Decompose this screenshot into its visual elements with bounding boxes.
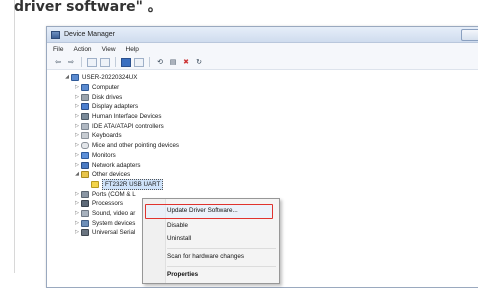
menu-view[interactable]: View [102,46,116,53]
mouse-icon [81,142,89,150]
processor-icon [81,200,89,208]
usb-icon [81,229,89,237]
tree-item-disk-drives[interactable]: ▷ Disk drives [63,92,478,102]
system-device-icon [81,219,89,227]
menu-separator [167,248,276,249]
view-icon[interactable] [134,57,144,67]
tree-item-label: System devices [92,219,136,227]
expand-icon[interactable]: ▷ [73,190,81,199]
tree-item-ide-ata-atapi[interactable]: ▷ IDE ATA/ATAPI controllers [63,121,478,131]
keyboard-icon [81,132,89,140]
title-bar: Device Manager [47,27,478,43]
menu-item-scan-hardware[interactable]: Scan for hardware changes [167,251,244,263]
tree-item-label: Disk drives [92,93,123,101]
display-adapter-icon [81,103,89,111]
tree-item-display-adapters[interactable]: ▷ Display adapters [63,102,478,112]
expand-icon[interactable]: ▷ [73,102,81,111]
tree-item-keyboards[interactable]: ▷ Keyboards [63,131,478,141]
selected-device-label[interactable]: FT232R USB UART [102,178,164,190]
expand-icon[interactable]: ▷ [73,228,81,237]
properties-icon[interactable] [100,57,110,67]
instruction-text: driver software" 。 [14,0,162,15]
tree-item-label: Keyboards [92,132,122,140]
help-icon[interactable] [121,57,131,67]
expand-icon[interactable]: ▷ [73,199,81,208]
tree-item-label: Processors [92,200,123,208]
device-manager-app-icon [51,30,60,39]
warning-device-icon [91,180,99,188]
collapse-icon[interactable]: ◢ [63,73,71,82]
toolbar-separator [149,57,150,67]
show-hide-console-tree-icon[interactable] [87,57,97,67]
forward-arrow-icon[interactable]: ⇨ [66,58,76,67]
tree-item-label: Ports (COM & L [92,190,136,198]
toolbar: ⇦ ⇨ ⟲ ▤ ✖ ↻ [47,55,478,70]
uninstall-device-icon[interactable]: ✖ [181,58,191,67]
other-devices-icon [81,171,89,179]
toolbar-separator [115,57,116,67]
expand-icon[interactable]: ▷ [73,151,81,160]
tree-item-label: Other devices [92,171,131,179]
expand-icon[interactable]: ▷ [73,209,81,218]
context-menu: Update Driver Software... Disable Uninst… [142,198,280,284]
menu-item-update-driver[interactable]: Update Driver Software... [167,205,238,217]
menu-help[interactable]: Help [126,46,139,53]
tree-item-label: Display adapters [92,103,139,111]
tree-item-label: Monitors [92,151,116,159]
window-title: Device Manager [64,31,115,38]
expand-icon[interactable]: ▷ [73,141,81,150]
tree-item-label: Human Interface Devices [92,113,162,121]
network-adapter-icon [81,161,89,169]
window-controls[interactable] [461,29,478,41]
tree-item-ft232r-usb-uart[interactable]: FT232R USB UART [63,178,478,190]
tree-item-label: Network adapters [92,161,141,169]
monitor-icon [81,151,89,159]
menu-item-uninstall[interactable]: Uninstall [167,233,191,245]
update-driver-icon[interactable]: ▤ [168,58,178,67]
expand-icon[interactable]: ▷ [73,122,81,131]
computer-root-icon [71,74,79,82]
expand-icon[interactable]: ▷ [73,83,81,92]
menu-file[interactable]: File [53,46,63,53]
tree-item-label: Universal Serial [92,229,136,237]
tree-root-label: USER-20220324UX [82,74,138,82]
toolbar-separator [81,57,82,67]
menu-separator [167,266,276,267]
expand-icon[interactable]: ▷ [73,161,81,170]
tree-item-network-adapters[interactable]: ▷ Network adapters [63,160,478,170]
expand-icon[interactable]: ▷ [73,93,81,102]
sound-icon [81,209,89,217]
tree-item-human-interface-devices[interactable]: ▷ Human Interface Devices [63,112,478,122]
tree-item-mice[interactable]: ▷ Mice and other pointing devices [63,141,478,151]
tree-item-label: Mice and other pointing devices [92,142,180,150]
tree-item-label: Sound, video ar [92,209,136,217]
menu-bar: File Action View Help [47,43,478,55]
tree-item-label: Computer [92,84,120,92]
disk-drive-icon [81,93,89,101]
collapse-icon[interactable]: ◢ [73,170,81,179]
menu-action[interactable]: Action [73,46,91,53]
expand-icon[interactable]: ▷ [73,112,81,121]
expand-icon[interactable]: ▷ [73,219,81,228]
left-margin-rule [14,0,15,273]
scan-hardware-icon[interactable]: ⟲ [155,58,165,67]
tree-item-monitors[interactable]: ▷ Monitors [63,151,478,161]
tree-item-computer[interactable]: ▷ Computer [63,83,478,93]
menu-item-properties[interactable]: Properties [167,269,198,281]
port-icon [81,190,89,198]
tree-item-label: IDE ATA/ATAPI controllers [92,122,164,130]
tree-root[interactable]: ◢ USER-20220324UX [63,73,478,83]
menu-item-disable[interactable]: Disable [167,220,188,232]
back-arrow-icon[interactable]: ⇦ [53,58,63,67]
computer-icon [81,84,89,92]
expand-icon[interactable]: ▷ [73,131,81,140]
ide-controller-icon [81,122,89,130]
disable-device-icon[interactable]: ↻ [194,58,204,67]
hid-icon [81,113,89,121]
